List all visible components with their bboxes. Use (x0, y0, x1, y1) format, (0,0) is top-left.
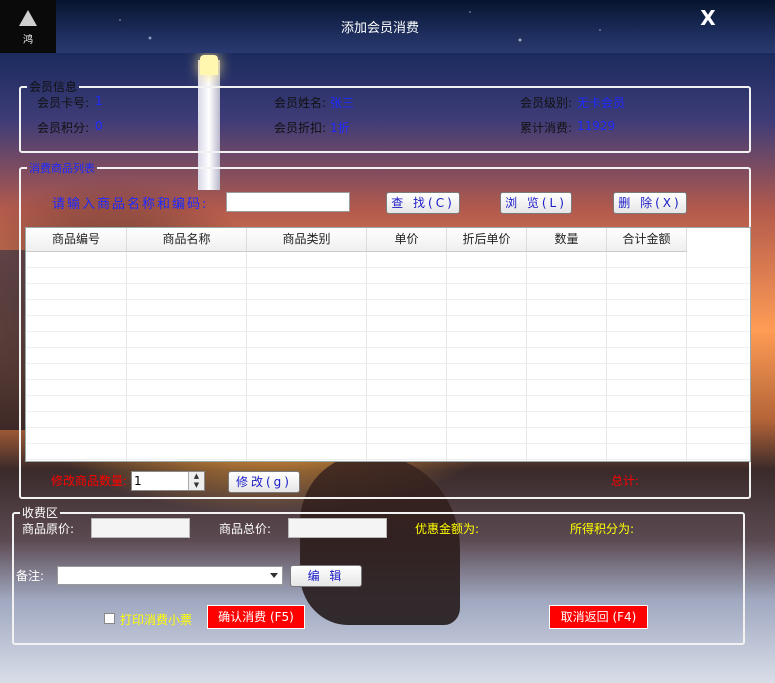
print-receipt-label[interactable]: 打印消费小票 (120, 611, 192, 628)
edit-button[interactable]: 编 辑 (290, 565, 362, 587)
app-logo: 鸿 (0, 0, 56, 53)
logo-triangle-icon (19, 10, 37, 26)
discount-amount-label: 优惠金额为: (415, 522, 480, 536)
total-price-label: 商品总价: (219, 522, 272, 536)
total-spent-value: 11929 (577, 119, 616, 133)
member-info-legend: 会员信息 (29, 80, 78, 94)
points-earned-label: 所得积分为: (570, 522, 635, 536)
logo-text: 鸿 (23, 35, 33, 46)
goods-legend: 消费商品列表 (29, 162, 95, 175)
column-header[interactable]: 商品编号 (26, 228, 127, 251)
close-button[interactable]: X (695, 5, 721, 31)
column-header[interactable]: 单价 (367, 228, 447, 251)
member-info-group: 会员信息 (19, 78, 751, 153)
table-header: 商品编号 商品名称 商品类别 单价 折后单价 数量 合计金额 (26, 228, 687, 252)
goods-table[interactable]: 商品编号 商品名称 商品类别 单价 折后单价 数量 合计金额 (25, 227, 751, 462)
table-body[interactable] (26, 252, 750, 461)
delete-button[interactable]: 删 除(X) (613, 192, 687, 214)
original-price-label: 商品原价: (22, 522, 75, 536)
remark-label: 备注: (16, 569, 45, 583)
member-discount-label: 会员折扣: (274, 121, 327, 135)
search-prompt: 请输入商品名称和编码: (52, 197, 209, 212)
confirm-button[interactable]: 确认消费 (F5) (207, 605, 305, 629)
column-header[interactable]: 合计金额 (607, 228, 687, 251)
lighthouse-light (200, 55, 218, 75)
member-points-value: 0 (95, 119, 103, 133)
quantity-stepper[interactable]: 1 ▲ ▼ (131, 471, 205, 491)
card-no-label: 会员卡号: (37, 96, 90, 110)
member-points-label: 会员积分: (37, 121, 90, 135)
payment-legend: 收费区 (22, 506, 59, 520)
quantity-value: 1 (134, 474, 142, 488)
print-receipt-checkbox[interactable] (104, 613, 115, 624)
column-header[interactable]: 数量 (527, 228, 607, 251)
total-spent-label: 累计消费: (520, 121, 573, 135)
member-name-value: 张三 (330, 96, 355, 110)
cancel-button[interactable]: 取消返回 (F4) (549, 605, 648, 629)
card-no-value: 1 (95, 94, 103, 108)
stepper-arrows[interactable]: ▲ ▼ (188, 472, 204, 490)
title-bar: 鸿 添加会员消费 X (0, 0, 775, 53)
column-header[interactable]: 折后单价 (447, 228, 527, 251)
window-title: 添加会员消费 (340, 21, 419, 36)
grand-total-label: 总计: (611, 474, 640, 488)
total-price-field (288, 518, 387, 538)
find-button[interactable]: 查 找(C) (386, 192, 460, 214)
original-price-field (91, 518, 190, 538)
modify-button[interactable]: 修改(g) (228, 471, 300, 493)
member-level-label: 会员级别: (520, 96, 573, 110)
column-header[interactable]: 商品类别 (247, 228, 367, 251)
member-discount-value: 1折 (330, 121, 350, 135)
member-name-label: 会员姓名: (274, 96, 327, 110)
chevron-down-icon[interactable] (270, 573, 278, 578)
column-header[interactable]: 商品名称 (127, 228, 247, 251)
search-input[interactable] (226, 192, 350, 212)
browse-button[interactable]: 浏 览(L) (500, 192, 572, 214)
member-level-value: 无卡会员 (577, 96, 626, 110)
remark-dropdown[interactable] (57, 566, 283, 585)
qty-label: 修改商品数量: (51, 474, 128, 488)
